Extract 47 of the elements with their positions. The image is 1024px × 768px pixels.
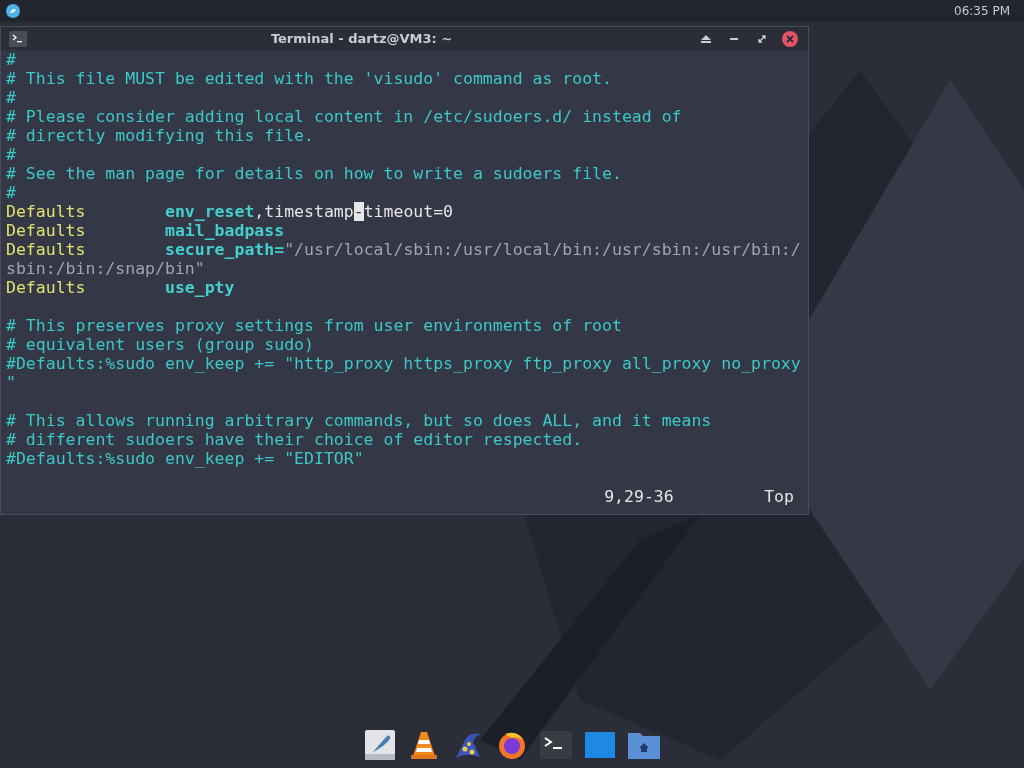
window-icon xyxy=(585,732,615,758)
browser-icon xyxy=(497,730,527,760)
code-text: # xyxy=(6,183,16,202)
code-text: Defaults xyxy=(6,278,87,297)
menu-icon[interactable] xyxy=(6,4,20,18)
code-text: # This file MUST be edited with the 'visudo' command as root. xyxy=(6,69,612,88)
code-text: timeout=0 xyxy=(363,202,454,221)
dock-launcher[interactable] xyxy=(539,728,573,762)
eject-icon xyxy=(701,34,711,43)
window-title: Terminal - dartz@VM3: ~ xyxy=(269,31,454,46)
terminal-icon xyxy=(540,731,572,759)
code-text: " xyxy=(6,373,16,392)
code-text: mail_badpass xyxy=(164,221,285,240)
code-text: # directly modifying this file. xyxy=(6,126,314,145)
scroll-position: Top xyxy=(764,487,794,506)
code-text: use_pty xyxy=(164,278,235,297)
traffic-cone-icon xyxy=(409,730,439,760)
code-text: secure_path= xyxy=(164,240,285,259)
code-text: # xyxy=(6,50,16,69)
code-text: # equivalent users (group sudo) xyxy=(6,335,314,354)
code-text: env_reset xyxy=(164,202,255,221)
clock: 06:35 PM xyxy=(954,4,1010,18)
code-text: # Please consider adding local content in /etc/sudoers.d/ instead of xyxy=(6,107,682,126)
code-text: Defaults xyxy=(6,240,87,259)
code-text: Defaults xyxy=(6,221,87,240)
minimize-icon xyxy=(730,37,738,40)
code-text: #Defaults:%sudo env_keep += "http_proxy https_proxy ftp_proxy all_proxy no_proxy xyxy=(6,354,801,373)
maximize-icon xyxy=(758,34,766,43)
code-text: # This allows running arbitrary commands, but so does ALL, and it means xyxy=(6,411,712,430)
code-text: ,timestamp xyxy=(254,202,354,221)
code-text: # xyxy=(6,145,16,164)
home-folder-icon xyxy=(628,731,660,759)
code-text: # xyxy=(6,88,16,107)
code-text: #Defaults:%sudo env_keep += "EDITOR" xyxy=(6,449,364,468)
close-button[interactable] xyxy=(780,28,800,49)
code-text: Defaults xyxy=(6,202,87,221)
code-text: # This preserves proxy settings from user environments of root xyxy=(6,316,622,335)
code-text: "/usr/local/sbin:/usr/local/bin:/usr/sbin:/usr/bin:/ xyxy=(284,240,801,259)
dock-launcher[interactable] xyxy=(363,728,397,762)
feather-icon xyxy=(365,730,395,760)
close-icon xyxy=(782,30,798,47)
cursor-position: 9,29-36 xyxy=(604,487,675,506)
code-text: sbin:/bin:/snap/bin" xyxy=(6,259,205,278)
code-text: # different sudoers have their choice of editor respected. xyxy=(6,430,583,449)
terminal-icon xyxy=(9,30,27,47)
code-text: # See the man page for details on how to write a sudoers file. xyxy=(6,164,622,183)
text-cursor: - xyxy=(353,202,364,221)
